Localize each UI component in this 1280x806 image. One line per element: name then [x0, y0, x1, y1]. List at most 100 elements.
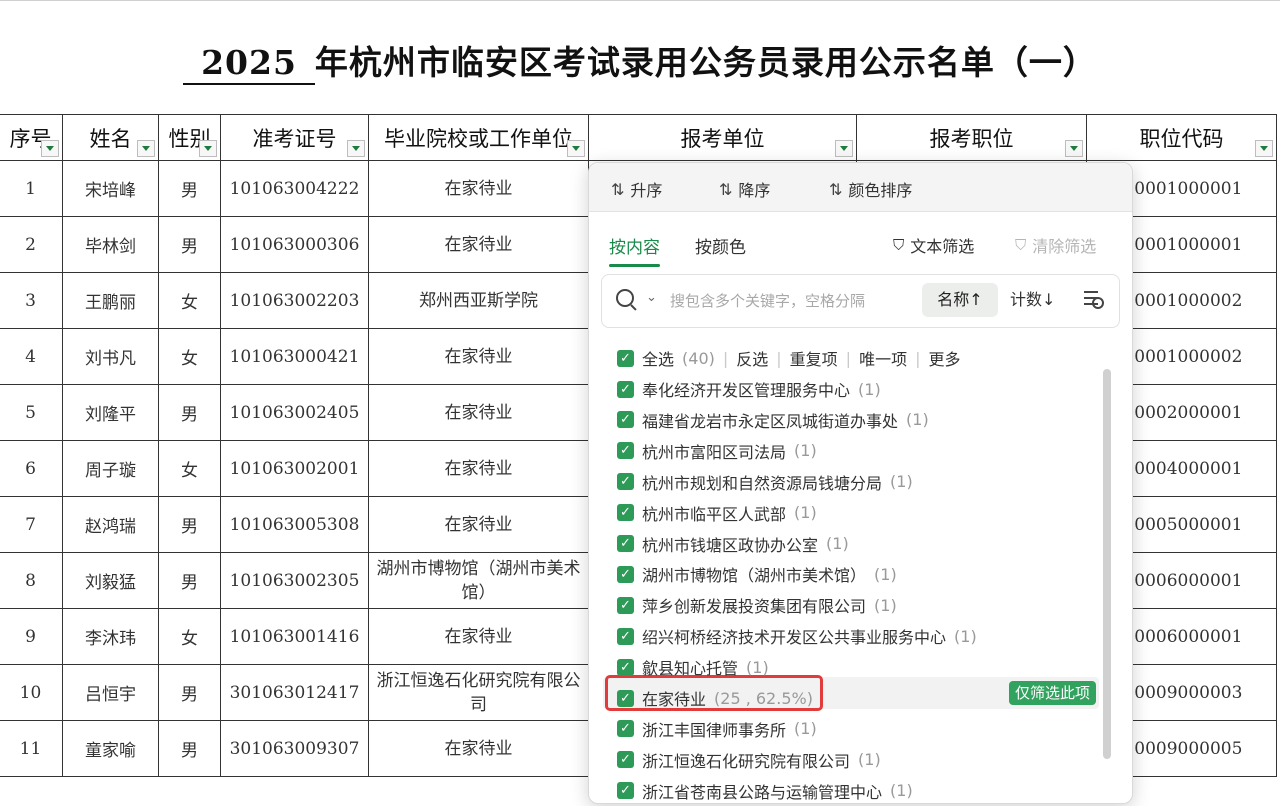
filter-list-item[interactable]: ✓ 杭州市钱塘区政协办公室 (1) [617, 529, 849, 559]
header-cell[interactable]: 毕业院校或工作单位 [368, 114, 589, 161]
name-cell[interactable]: 宋培峰 [62, 160, 159, 217]
checkbox-checked-icon[interactable]: ✓ [617, 442, 634, 460]
name-cell[interactable]: 王鹏丽 [62, 272, 159, 329]
tab-by-color[interactable]: 按颜色 [695, 233, 746, 258]
sort-asc-button[interactable]: ⇅ 升序 [611, 177, 662, 201]
school-cell[interactable]: 郑州西亚斯学院 [368, 272, 589, 329]
filter-dropdown-icon[interactable] [137, 140, 155, 157]
school-cell[interactable]: 在家待业 [368, 328, 589, 385]
row-number-cell[interactable]: 11 [0, 720, 63, 777]
text-filter-button[interactable]: ⛉ 文本筛选 [893, 233, 974, 257]
exam-id-cell[interactable]: 101063002405 [220, 384, 369, 441]
invert-button[interactable]: 反选 [736, 346, 768, 370]
filter-dropdown-icon[interactable] [347, 140, 365, 157]
sort-by-count-button[interactable]: 计数↓ [1010, 283, 1055, 317]
row-number-cell[interactable]: 8 [0, 552, 63, 609]
name-cell[interactable]: 刘书凡 [62, 328, 159, 385]
name-cell[interactable]: 周子璇 [62, 440, 159, 497]
filter-dropdown-icon[interactable] [1065, 140, 1083, 157]
filter-list-item[interactable]: ✓ 杭州市规划和自然资源局钱塘分局 (1) [617, 467, 913, 497]
school-cell[interactable]: 浙江恒逸石化研究院有限公司 [368, 664, 589, 721]
checkbox-checked-icon[interactable]: ✓ [617, 689, 634, 707]
header-cell[interactable]: 序号 [0, 114, 63, 161]
checkbox-checked-icon[interactable]: ✓ [617, 411, 634, 429]
school-cell[interactable]: 在家待业 [368, 720, 589, 777]
exam-id-cell[interactable]: 101063005308 [220, 496, 369, 553]
duplicates-button[interactable]: 重复项 [790, 346, 838, 370]
school-cell[interactable]: 在家待业 [368, 160, 589, 217]
checkbox-checked-icon[interactable]: ✓ [617, 349, 634, 367]
gender-cell[interactable]: 女 [158, 608, 221, 665]
gender-cell[interactable]: 男 [158, 216, 221, 273]
filter-dropdown-icon[interactable] [199, 140, 217, 157]
chevron-down-icon[interactable]: ⌄ [646, 290, 657, 305]
exam-id-cell[interactable]: 101063000421 [220, 328, 369, 385]
checkbox-checked-icon[interactable]: ✓ [617, 782, 634, 800]
unique-button[interactable]: 唯一项 [859, 346, 907, 370]
checkbox-checked-icon[interactable]: ✓ [617, 535, 634, 552]
gender-cell[interactable]: 女 [158, 272, 221, 329]
checkbox-checked-icon[interactable]: ✓ [617, 720, 634, 738]
name-cell[interactable]: 吕恒宇 [62, 664, 159, 721]
school-cell[interactable]: 在家待业 [368, 440, 589, 497]
checkbox-checked-icon[interactable]: ✓ [617, 380, 634, 398]
gender-cell[interactable]: 男 [158, 160, 221, 217]
more-button[interactable]: 更多 [928, 346, 960, 370]
checkbox-checked-icon[interactable]: ✓ [617, 751, 634, 769]
name-cell[interactable]: 刘毅猛 [62, 552, 159, 609]
sort-by-name-button[interactable]: 名称↑ [922, 283, 998, 317]
school-cell[interactable]: 湖州市博物馆（湖州市美术馆） [368, 552, 589, 609]
filter-dropdown-icon[interactable] [41, 140, 59, 157]
filter-list-item[interactable]: ✓ 浙江丰国律师事务所 (1) [617, 714, 817, 744]
clear-filter-button[interactable]: ⛉ 清除筛选 [1015, 233, 1096, 257]
filter-list-item[interactable]: ✓ 萍乡创新发展投资集团有限公司 (1) [617, 590, 897, 620]
row-number-cell[interactable]: 4 [0, 328, 63, 385]
gender-cell[interactable]: 女 [158, 440, 221, 497]
gender-cell[interactable]: 男 [158, 496, 221, 553]
select-all-label[interactable]: 全选 [642, 346, 674, 370]
name-cell[interactable]: 刘隆平 [62, 384, 159, 441]
filter-dropdown-icon[interactable] [1255, 140, 1273, 157]
name-cell[interactable]: 毕林剑 [62, 216, 159, 273]
filter-dropdown-icon[interactable] [567, 140, 585, 157]
filter-list-item[interactable]: ✓ 浙江恒逸石化研究院有限公司 (1) [617, 745, 881, 775]
row-number-cell[interactable]: 3 [0, 272, 63, 329]
filter-list-item[interactable]: ✓ 绍兴柯桥经济技术开发区公共事业服务中心 (1) [617, 621, 977, 651]
exam-id-cell[interactable]: 101063002203 [220, 272, 369, 329]
exam-id-cell[interactable]: 101063000306 [220, 216, 369, 273]
header-cell[interactable]: 姓名 [62, 114, 159, 161]
gender-cell[interactable]: 女 [158, 328, 221, 385]
sort-color-button[interactable]: ⇅ 颜色排序 [829, 177, 912, 201]
name-cell[interactable]: 李沐玮 [62, 608, 159, 665]
checkbox-checked-icon[interactable]: ✓ [617, 504, 634, 522]
exam-id-cell[interactable]: 101063002001 [220, 440, 369, 497]
gender-cell[interactable]: 男 [158, 552, 221, 609]
scrollbar[interactable] [1103, 369, 1111, 759]
checkbox-checked-icon[interactable]: ✓ [617, 473, 634, 491]
filter-list-item[interactable]: ✓ 奉化经济开发区管理服务中心 (1) [617, 374, 881, 404]
header-cell[interactable]: 报考单位 [588, 114, 857, 161]
filter-list-item[interactable]: ✓ 杭州市临平区人武部 (1) [617, 498, 817, 528]
filter-list-item[interactable]: ✓ 湖州市博物馆（湖州市美术馆） (1) [617, 559, 897, 589]
filter-list-item[interactable]: ✓ 歙县知心托管 (1) [617, 652, 769, 682]
only-filter-this-button[interactable]: 仅筛选此项 [1008, 681, 1096, 705]
name-cell[interactable]: 赵鸿瑞 [62, 496, 159, 553]
row-number-cell[interactable]: 5 [0, 384, 63, 441]
filter-list-item[interactable]: ✓ 福建省龙岩市永定区凤城街道办事处 (1) [617, 405, 929, 435]
name-cell[interactable]: 童家喻 [62, 720, 159, 777]
filter-list-item[interactable]: ✓ 杭州市富阳区司法局 (1) [617, 436, 817, 466]
row-number-cell[interactable]: 9 [0, 608, 63, 665]
row-number-cell[interactable]: 6 [0, 440, 63, 497]
settings-icon[interactable] [1084, 291, 1104, 309]
filter-list-item[interactable]: ✓ 浙江省苍南县公路与运输管理中心 (1) [617, 776, 913, 806]
row-number-cell[interactable]: 7 [0, 496, 63, 553]
header-cell[interactable]: 报考职位 [856, 114, 1087, 161]
header-cell[interactable]: 职位代码 [1086, 114, 1277, 161]
gender-cell[interactable]: 男 [158, 720, 221, 777]
row-number-cell[interactable]: 2 [0, 216, 63, 273]
checkbox-checked-icon[interactable]: ✓ [617, 658, 634, 676]
school-cell[interactable]: 在家待业 [368, 608, 589, 665]
school-cell[interactable]: 在家待业 [368, 216, 589, 273]
checkbox-checked-icon[interactable]: ✓ [617, 596, 634, 614]
exam-id-cell[interactable]: 101063002305 [220, 552, 369, 609]
